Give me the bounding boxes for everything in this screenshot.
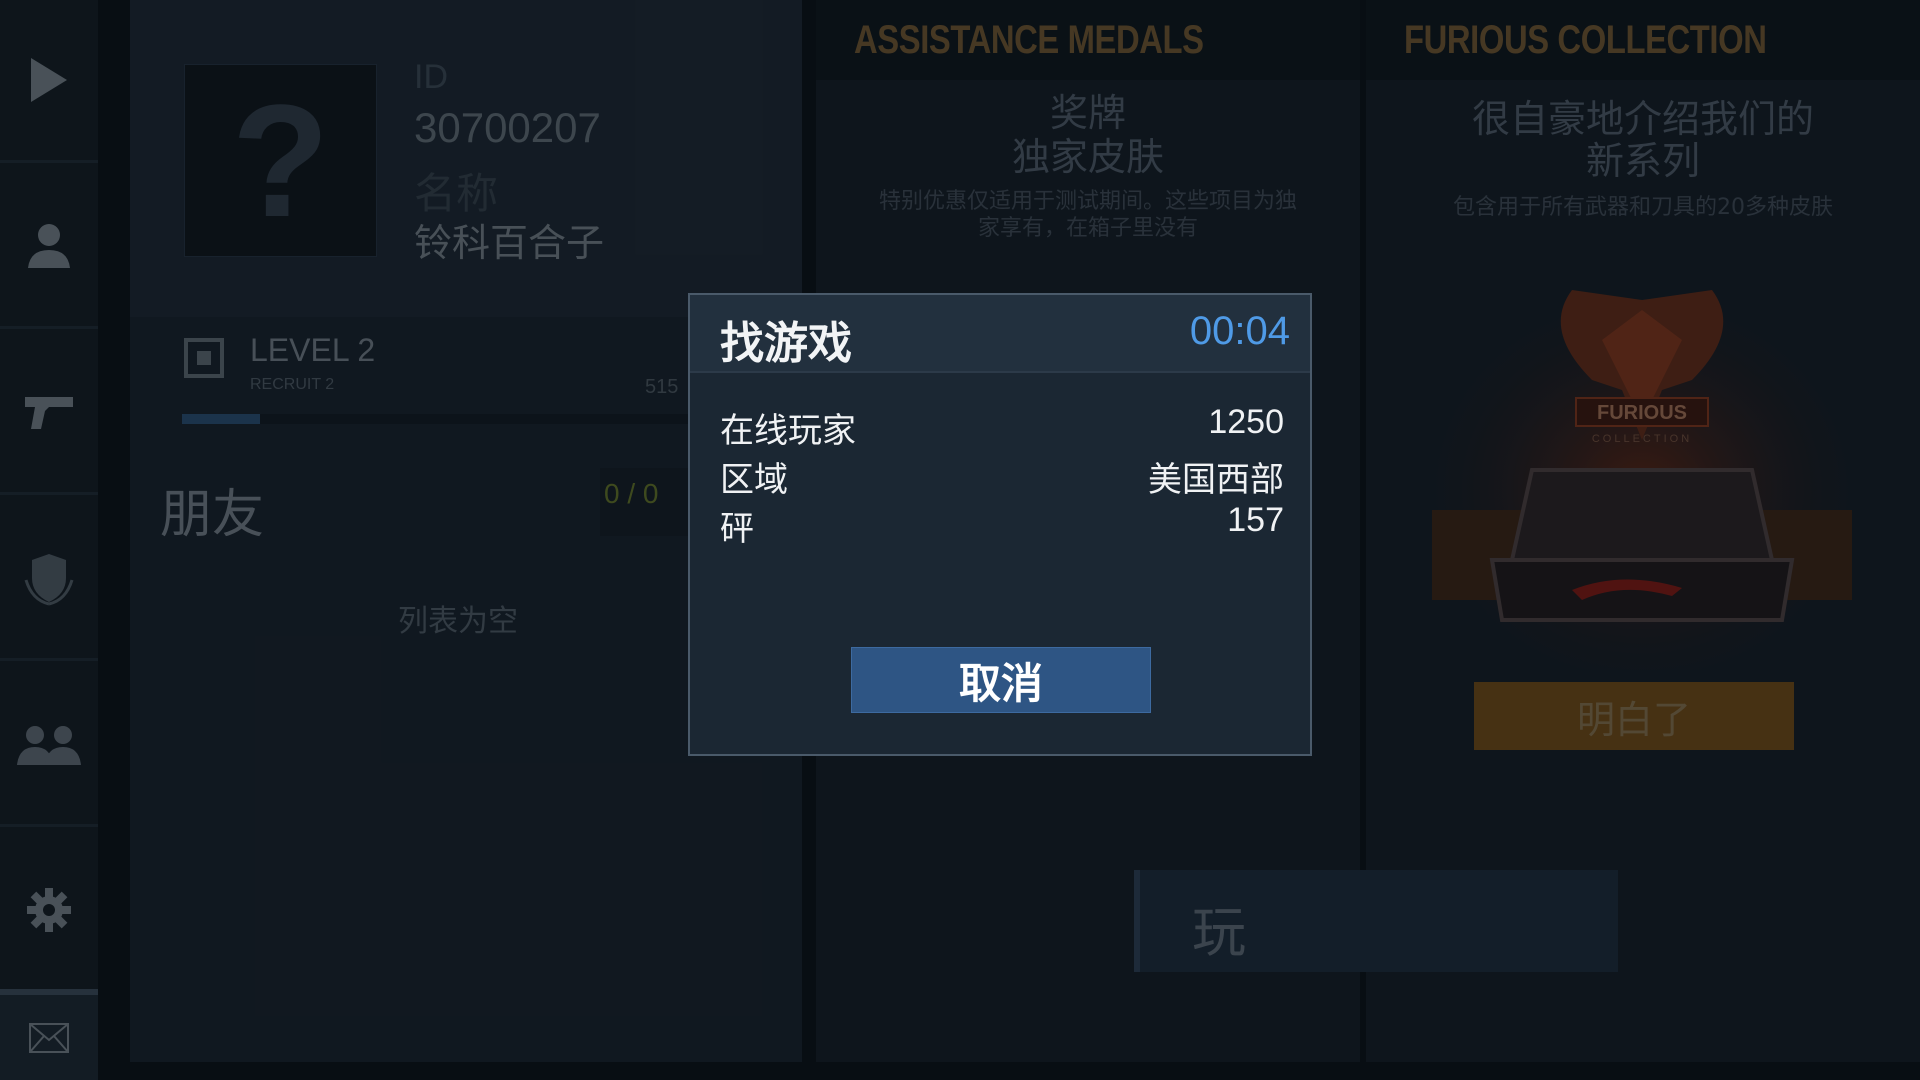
xp-progress-fill [182,414,260,424]
avatar[interactable]: ? [184,64,377,257]
region-label: 区域 [720,460,788,500]
id-value: 30700207 [414,104,601,151]
online-players-label: 在线玩家 [720,411,856,451]
level-icon [184,338,224,378]
sidebar-item-play[interactable] [0,0,98,163]
mail-icon [29,1022,69,1053]
region-value: 美国西部 [1148,460,1284,500]
play-icon [31,58,67,102]
online-players-value: 1250 [1208,403,1284,441]
shield-icon [24,554,74,606]
id-label: ID [414,58,448,96]
furious-case-image: FURIOUS COLLECTION [1422,270,1862,670]
promo-medals-title: ASSISTANCE MEDALS [854,18,1204,62]
promo-furious-heading-2: 新系列 [1585,139,1700,183]
ping-value: 157 [1227,501,1284,539]
furious-badge-text: FURIOUS [1597,402,1687,424]
promo-medals-heading-2: 独家皮肤 [1011,135,1164,179]
sidebar-item-weapons[interactable] [0,332,98,495]
xp-progress-bar [182,414,702,424]
promo-medals-desc-1: 特别优惠仅适用于测试期间。这些项目为独 [878,189,1297,214]
play-button[interactable]: 玩 [1134,870,1618,972]
promo-medals-header: ASSISTANCE MEDALS [816,0,1360,80]
promo-furious-desc: 包含用于所有武器和刀具的20多种皮肤 [1453,195,1833,220]
search-timer: 00:04 [1189,309,1290,353]
profile-header: ? ID 30700207 名称 铃科百合子 [130,0,802,317]
ping-label: 砰 [720,509,754,549]
name-value: 铃科百合子 [414,221,605,265]
understand-button[interactable]: 明白了 [1474,682,1794,750]
sidebar-item-clan[interactable] [0,498,98,661]
promo-medals-heading-1: 奖牌 [1049,91,1126,135]
sidebar [0,0,98,1080]
level-title: LEVEL 2 [250,332,376,368]
friends-title: 朋友 [160,485,265,545]
play-button-label: 玩 [1192,901,1246,964]
cancel-button[interactable]: 取消 [851,647,1151,713]
pistol-icon [25,397,73,429]
group-icon [17,726,81,765]
friends-count: 0 / 0 [604,478,659,509]
promo-medals-desc-2: 家享有，在箱子里没有 [977,216,1198,241]
sidebar-item-settings[interactable] [0,830,98,993]
avatar-placeholder: ? [231,70,330,250]
sidebar-item-friends[interactable] [0,664,98,827]
promo-furious-heading-1: 很自豪地介绍我们的 [1471,97,1814,141]
dialog-header: 找游戏 00:04 [690,295,1310,373]
promo-furious-title: FURIOUS COLLECTION [1404,18,1767,62]
friends-empty-text: 列表为空 [398,604,518,639]
region-row: 区域 美国西部 [720,452,1284,500]
online-players-row: 在线玩家 1250 [720,403,1284,451]
profile-icon [28,224,70,268]
level-xp: 515 [645,376,679,398]
sidebar-item-mail[interactable] [0,989,98,1080]
ping-row: 砰 157 [720,501,1284,549]
level-rank: RECRUIT 2 [250,376,335,393]
dialog-title: 找游戏 [720,318,852,369]
matchmaking-dialog: 找游戏 00:04 在线玩家 1250 区域 美国西部 砰 157 取消 [688,293,1312,756]
sidebar-item-profile[interactable] [0,166,98,329]
furious-badge-sub: COLLECTION [1592,433,1692,445]
promo-furious-header: FURIOUS COLLECTION [1366,0,1920,80]
gear-icon [27,888,71,932]
